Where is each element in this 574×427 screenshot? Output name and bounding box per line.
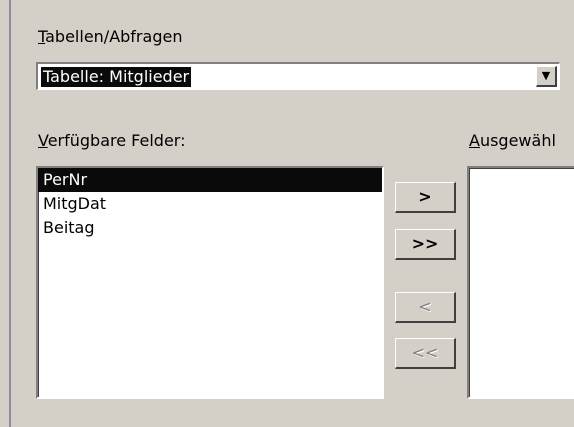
table-query-dropdown-value: Tabelle: Mitglieder: [41, 67, 192, 87]
selected-fields-label: Ausgewähl: [469, 131, 556, 150]
available-fields-list[interactable]: PerNr MitgDat Beitag: [36, 166, 384, 399]
available-fields-label: Verfügbare Felder:: [38, 131, 186, 150]
add-field-button[interactable]: >: [395, 182, 456, 213]
list-item-mitgdat[interactable]: MitgDat: [38, 192, 382, 216]
chevron-down-icon[interactable]: ▼: [536, 66, 557, 87]
remove-field-button[interactable]: <: [395, 292, 456, 323]
table-query-dropdown[interactable]: Tabelle: Mitglieder ▼: [36, 62, 560, 90]
list-item-beitag[interactable]: Beitag: [38, 216, 382, 240]
add-all-fields-button[interactable]: >>: [395, 229, 456, 260]
tables-queries-label: Tabellen/Abfragen: [38, 27, 183, 46]
field-wizard-panel: Tabellen/Abfragen Tabelle: Mitglieder ▼ …: [0, 0, 574, 427]
remove-all-fields-button[interactable]: <<: [395, 338, 456, 369]
list-item-pernr[interactable]: PerNr: [38, 168, 382, 192]
selected-fields-list[interactable]: [467, 166, 574, 399]
panel-left-border: [9, 0, 11, 427]
